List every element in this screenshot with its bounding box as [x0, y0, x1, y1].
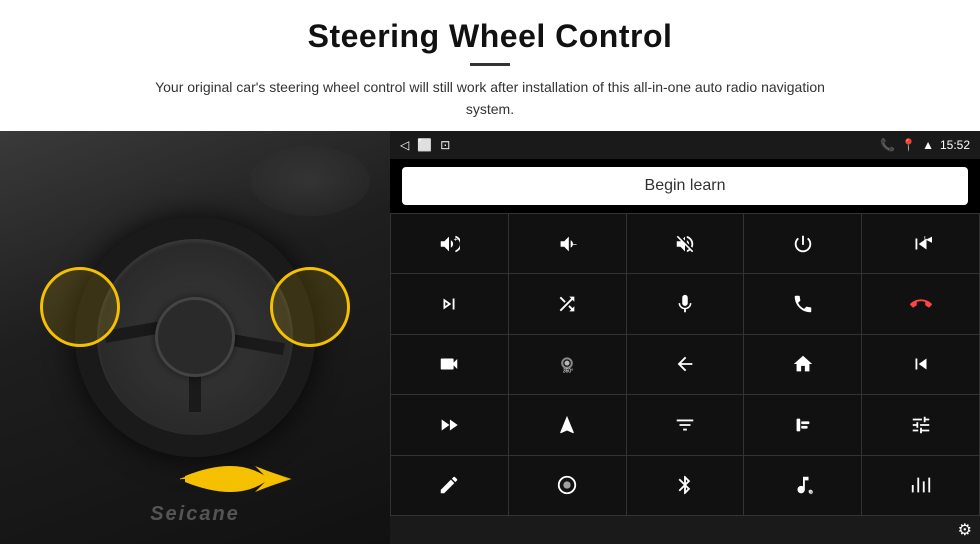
- grid-cell-pen[interactable]: [391, 456, 508, 515]
- phone-call-icon: [792, 293, 814, 315]
- vol-down-icon: −: [556, 233, 578, 255]
- icon-grid: + − |◀◀: [390, 213, 980, 516]
- image-side: Seicane: [0, 131, 390, 544]
- grid-cell-vol-up[interactable]: +: [391, 214, 508, 273]
- grid-cell-eq[interactable]: [627, 395, 744, 454]
- grid-cell-music-settings[interactable]: ⚙: [744, 456, 861, 515]
- home-icon: [792, 353, 814, 375]
- phone-status-icon: 📞: [880, 138, 895, 152]
- grid-cell-home[interactable]: [744, 335, 861, 394]
- recents-nav-icon[interactable]: ⊡: [440, 138, 450, 152]
- steering-wheel-outer: [75, 217, 315, 457]
- back-icon: [674, 353, 696, 375]
- 360-view-container: 360°: [557, 354, 577, 374]
- gear-settings-button[interactable]: ⚙: [958, 520, 972, 540]
- grid-cell-record[interactable]: [744, 395, 861, 454]
- page-wrapper: Steering Wheel Control Your original car…: [0, 0, 980, 544]
- subtitle: Your original car's steering wheel contr…: [130, 76, 850, 121]
- fast-forward-icon: [438, 414, 460, 436]
- title-divider: [470, 63, 510, 66]
- camera-icon: [438, 353, 460, 375]
- grid-cell-vol-down[interactable]: −: [509, 214, 626, 273]
- grid-cell-back[interactable]: [627, 335, 744, 394]
- eq-icon: [674, 414, 696, 436]
- prev-track-icon: |◀◀: [910, 233, 932, 255]
- grid-cell-sliders[interactable]: [862, 395, 979, 454]
- circle-btn-icon: [556, 474, 578, 496]
- highlight-circle-right: [270, 267, 350, 347]
- equalizer-icon: [910, 474, 932, 496]
- grid-cell-navigate[interactable]: [509, 395, 626, 454]
- back-nav-icon[interactable]: ◁: [400, 138, 409, 152]
- grid-cell-phone-call[interactable]: [744, 274, 861, 333]
- status-right: 📞 📍 ▲ 15:52: [880, 138, 970, 152]
- grid-cell-power[interactable]: [744, 214, 861, 273]
- steering-wheel-container: [0, 131, 390, 544]
- vol-mute-icon: [674, 233, 696, 255]
- grid-cell-circle-btn[interactable]: [509, 456, 626, 515]
- control-panel: ◁ ⬜ ⊡ 📞 📍 ▲ 15:52 Begin learn: [390, 131, 980, 544]
- content-area: Seicane ◁ ⬜ ⊡ 📞 📍 ▲ 15:52 Begin: [0, 131, 980, 544]
- grid-cell-equalizer[interactable]: [862, 456, 979, 515]
- header-section: Steering Wheel Control Your original car…: [0, 0, 980, 131]
- begin-learn-row: Begin learn: [390, 159, 980, 213]
- svg-text:|◀◀: |◀◀: [923, 235, 931, 244]
- page-title: Steering Wheel Control: [40, 18, 940, 55]
- grid-cell-fast-forward[interactable]: [391, 395, 508, 454]
- vol-up-icon: +: [438, 233, 460, 255]
- yellow-arrow: [180, 454, 300, 504]
- record-icon: [792, 414, 814, 436]
- seicane-watermark: Seicane: [150, 503, 240, 526]
- highlight-circle-left: [40, 267, 120, 347]
- begin-learn-button[interactable]: Begin learn: [402, 167, 968, 205]
- navigate-icon: [556, 414, 578, 436]
- next-track-icon: [438, 293, 460, 315]
- status-time: 15:52: [940, 138, 970, 152]
- pen-icon: [438, 474, 460, 496]
- home-nav-icon[interactable]: ⬜: [417, 138, 432, 152]
- svg-text:−: −: [572, 239, 577, 249]
- status-bar: ◁ ⬜ ⊡ 📞 📍 ▲ 15:52: [390, 131, 980, 159]
- grid-cell-skip-back[interactable]: [862, 335, 979, 394]
- grid-cell-shuffle[interactable]: [509, 274, 626, 333]
- grid-cell-camera[interactable]: [391, 335, 508, 394]
- status-left: ◁ ⬜ ⊡: [400, 138, 450, 152]
- signal-status-icon: ▲: [922, 138, 934, 152]
- sliders-icon: [910, 414, 932, 436]
- grid-cell-next-track[interactable]: [391, 274, 508, 333]
- steering-wheel-inner: [155, 297, 235, 377]
- power-icon: [792, 233, 814, 255]
- grid-cell-bluetooth[interactable]: [627, 456, 744, 515]
- skip-back-icon: [910, 353, 932, 375]
- 360-icon: 360°: [557, 354, 577, 374]
- music-settings-icon: ⚙: [792, 474, 814, 496]
- location-status-icon: 📍: [901, 138, 916, 152]
- grid-cell-360[interactable]: 360°: [509, 335, 626, 394]
- bottom-bar: ⚙: [390, 516, 980, 544]
- svg-text:360°: 360°: [563, 369, 573, 375]
- svg-text:+: +: [454, 234, 458, 243]
- grid-cell-prev-track[interactable]: |◀◀: [862, 214, 979, 273]
- shuffle-icon: [556, 293, 578, 315]
- bluetooth-icon: [674, 474, 696, 496]
- grid-cell-vol-mute[interactable]: [627, 214, 744, 273]
- hang-up-icon: [910, 293, 932, 315]
- grid-cell-hang-up[interactable]: [862, 274, 979, 333]
- mic-icon: [674, 293, 696, 315]
- grid-cell-mic[interactable]: [627, 274, 744, 333]
- svg-text:⚙: ⚙: [808, 489, 813, 496]
